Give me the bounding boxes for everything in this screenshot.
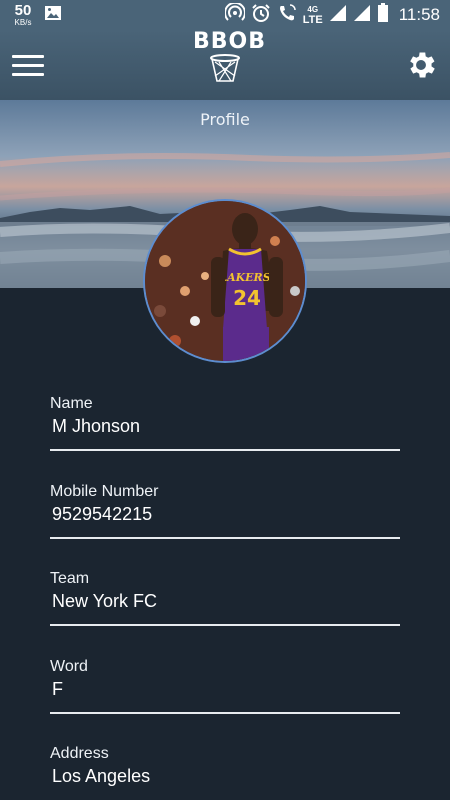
profile-form: Name M Jhonson Mobile Number 9529542215 … [50, 393, 400, 800]
team-label: Team [50, 570, 90, 587]
wifi-call-icon [277, 3, 297, 28]
network-speed-value: 50 [14, 2, 32, 19]
status-bar: 50 KB/s 4G LTE 11:58 [0, 0, 450, 30]
team-input[interactable]: New York FC [50, 590, 400, 612]
mobile-number-input[interactable]: 9529542215 [50, 503, 400, 525]
menu-icon-line [12, 54, 44, 58]
page-title: Profile [200, 110, 250, 129]
field-underline [50, 536, 400, 539]
app-bar: BBOB [0, 30, 450, 100]
mobile-number-field: Mobile Number 9529542215 [50, 481, 400, 569]
name-input[interactable]: M Jhonson [50, 415, 400, 437]
field-underline [50, 711, 400, 714]
basketball-hoop-icon [210, 54, 240, 82]
address-input[interactable]: Los Angeles [50, 765, 400, 787]
network-type: 4G LTE [302, 5, 323, 26]
word-label: Word [50, 657, 88, 675]
word-field: Word F [50, 656, 400, 744]
address-field: Address Los Angeles [50, 743, 400, 800]
app-logo: BBOB [193, 29, 267, 90]
mobile-number-label: Mobile Number [50, 482, 159, 500]
name-field: Name M Jhonson [50, 393, 400, 481]
menu-icon-line [12, 63, 44, 67]
gear-icon [410, 52, 435, 78]
signal-icon [329, 4, 347, 27]
menu-icon-line [12, 72, 44, 76]
network-speed-unit: KB/s [14, 18, 32, 27]
hotspot-icon [223, 1, 246, 28]
name-label: Name [50, 395, 93, 412]
image-icon [44, 5, 62, 26]
network-type-lte: LTE [302, 14, 323, 26]
field-underline [50, 624, 400, 626]
svg-text:LAKERS: LAKERS [218, 271, 270, 284]
svg-text:24: 24 [233, 286, 261, 310]
signal-icon [353, 4, 371, 27]
battery-icon [377, 2, 389, 28]
team-field: Team New York FC [50, 568, 400, 656]
field-underline [50, 449, 400, 451]
settings-button[interactable] [404, 48, 438, 82]
word-input[interactable]: F [50, 678, 400, 700]
menu-button[interactable] [12, 51, 44, 79]
basketball-player-photo: LAKERS 24 [145, 201, 305, 361]
profile-avatar[interactable]: LAKERS 24 [143, 199, 307, 363]
network-speed: 50 KB/s [10, 3, 36, 27]
alarm-icon [251, 3, 271, 28]
status-time: 11:58 [398, 5, 440, 24]
logo-text: BBOB [193, 29, 267, 54]
address-label: Address [50, 745, 109, 762]
